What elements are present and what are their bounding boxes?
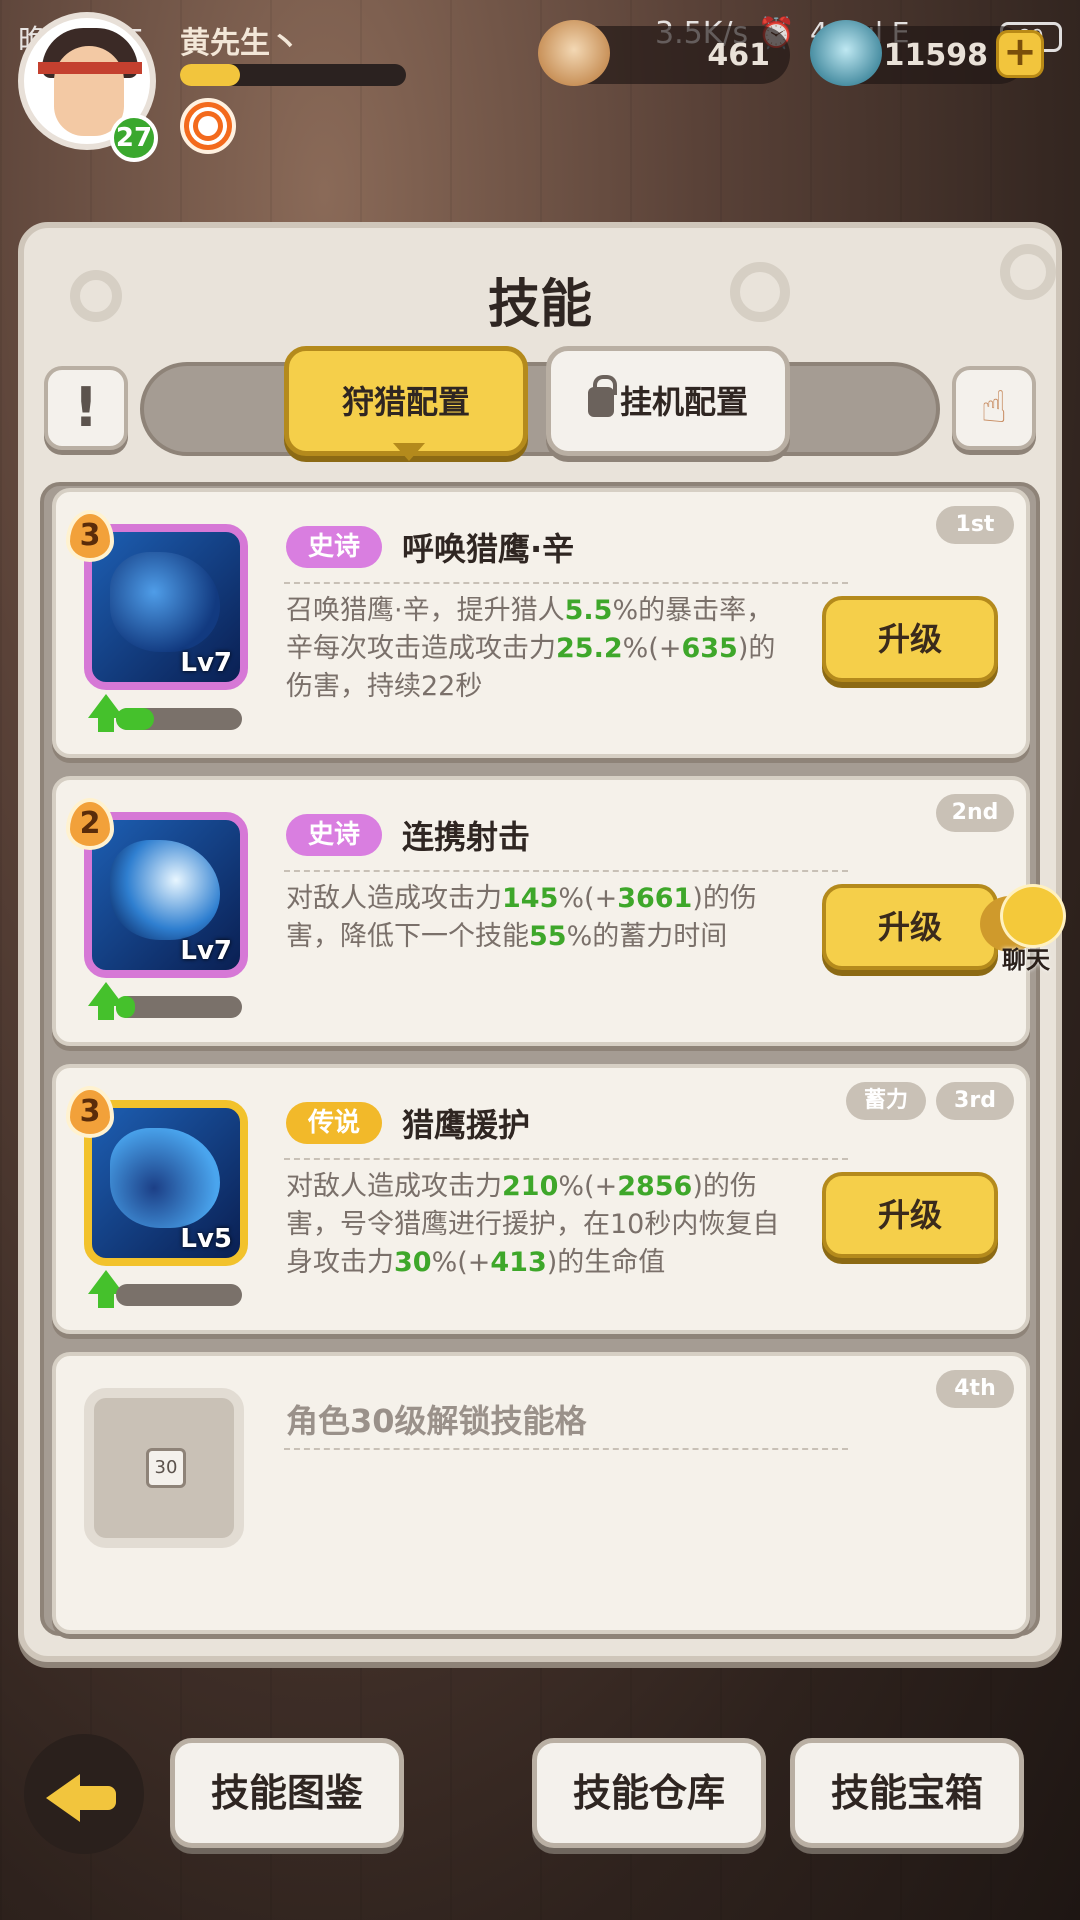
lock-icon: 30 <box>146 1448 186 1488</box>
shell-currency[interactable]: 461 <box>538 20 790 86</box>
star-rank-icon: 2 <box>66 798 114 850</box>
divider <box>284 1158 848 1160</box>
back-arrow-icon <box>46 1774 116 1822</box>
tab-idle-config[interactable]: 挂机配置 <box>546 346 790 456</box>
falcon-art-icon <box>110 552 220 652</box>
lock-icon <box>587 375 617 417</box>
skill-level: Lv5 <box>180 1224 232 1254</box>
skill-name: 呼唤猎鹰·辛 <box>402 530 575 568</box>
star-rank-icon: 3 <box>66 510 114 562</box>
player-name: 黄先生丶 <box>180 26 300 61</box>
rarity-badge: 史诗 <box>286 814 382 856</box>
skill-progress-bar <box>116 996 242 1018</box>
rarity-badge: 传说 <box>286 1102 382 1144</box>
skill-name: 连携射击 <box>402 818 531 856</box>
gem-amount: 11598 <box>883 38 988 73</box>
back-button[interactable] <box>24 1734 144 1854</box>
locked-skill-slot: 30 角色30级解锁技能格 4th <box>52 1352 1030 1634</box>
skill-level: Lv7 <box>180 648 232 678</box>
arrow-art-icon <box>110 840 220 940</box>
player-level-badge: 27 <box>110 114 158 162</box>
tab-hunt-config[interactable]: 狩猎配置 <box>284 346 528 461</box>
upgrade-button[interactable]: 升级 <box>822 596 998 682</box>
skill-description: 对敌人造成攻击力210%(+2856)的伤害，号令猎鹰进行援护，在10秒内恢复自… <box>286 1171 780 1278</box>
divider <box>284 870 848 872</box>
unlock-hint: 角色30级解锁技能格 <box>286 1402 587 1440</box>
skill-description: 对敌人造成攻击力145%(+3661)的伤害，降低下一个技能55%的蓄力时间 <box>286 883 757 952</box>
tab-hunt-label: 狩猎配置 <box>341 383 470 421</box>
charge-tag: 蓄力 <box>846 1082 926 1120</box>
skill-progress-bar <box>116 708 242 730</box>
avatar-face <box>54 46 124 136</box>
avatar-headband <box>38 62 142 74</box>
skill-progress-fill <box>116 996 135 1018</box>
tab-idle-label: 挂机配置 <box>619 383 748 421</box>
shell-amount: 461 <box>707 38 770 73</box>
skill-description: 召唤猎鹰·辛，提升猎人5.5%的暴击率，辛每次攻击造成攻击力25.2%(+635… <box>286 595 776 702</box>
slot-rank-badge: 4th <box>936 1370 1014 1408</box>
player-xp-fill <box>180 64 240 86</box>
divider <box>284 582 848 584</box>
tab-track <box>140 362 940 456</box>
skill-codex-button[interactable]: 技能图鉴 <box>170 1738 404 1848</box>
falcon-guard-art-icon <box>110 1128 220 1228</box>
skill-chest-button[interactable]: 技能宝箱 <box>790 1738 1024 1848</box>
chat-label: 聊天 <box>1002 946 1050 974</box>
panel-title: 技能 <box>487 275 592 335</box>
skill-progress-fill <box>116 708 154 730</box>
rarity-badge: 史诗 <box>286 526 382 568</box>
player-xp-bar <box>180 64 406 86</box>
info-button[interactable]: ! <box>44 366 128 450</box>
skill-card[interactable]: Lv7 3 史诗 呼唤猎鹰·辛 召唤猎鹰·辛，提升猎人5.5%的暴击率，辛每次攻… <box>52 488 1030 758</box>
upgrade-button[interactable]: 升级 <box>822 884 998 970</box>
slot-rank-badge: 1st <box>936 506 1014 544</box>
slot-rank-badge: 2nd <box>936 794 1014 832</box>
shell-icon <box>538 20 610 86</box>
skill-card[interactable]: Lv5 3 传说 猎鹰援护 对敌人造成攻击力210%(+2856)的伤害，号令猎… <box>52 1064 1030 1334</box>
skill-progress-bar <box>116 1284 242 1306</box>
add-currency-button[interactable]: + <box>996 30 1044 78</box>
skill-storage-button[interactable]: 技能仓库 <box>532 1738 766 1848</box>
medal-icon[interactable] <box>180 98 236 154</box>
skill-name: 猎鹰援护 <box>402 1106 531 1144</box>
locked-slot-box: 30 <box>84 1388 244 1548</box>
chat-button[interactable]: 聊天 <box>980 884 1072 984</box>
gem-icon <box>810 20 882 86</box>
skill-card[interactable]: Lv7 2 史诗 连携射击 对敌人造成攻击力145%(+3661)的伤害，降低下… <box>52 776 1030 1046</box>
slot-rank-badge: 3rd <box>936 1082 1014 1120</box>
gesture-hand-icon[interactable]: ☝ <box>952 366 1036 450</box>
star-rank-icon: 3 <box>66 1086 114 1138</box>
divider <box>284 1448 848 1450</box>
skill-level: Lv7 <box>180 936 232 966</box>
chat-face-icon <box>1000 884 1066 948</box>
upgrade-button[interactable]: 升级 <box>822 1172 998 1258</box>
